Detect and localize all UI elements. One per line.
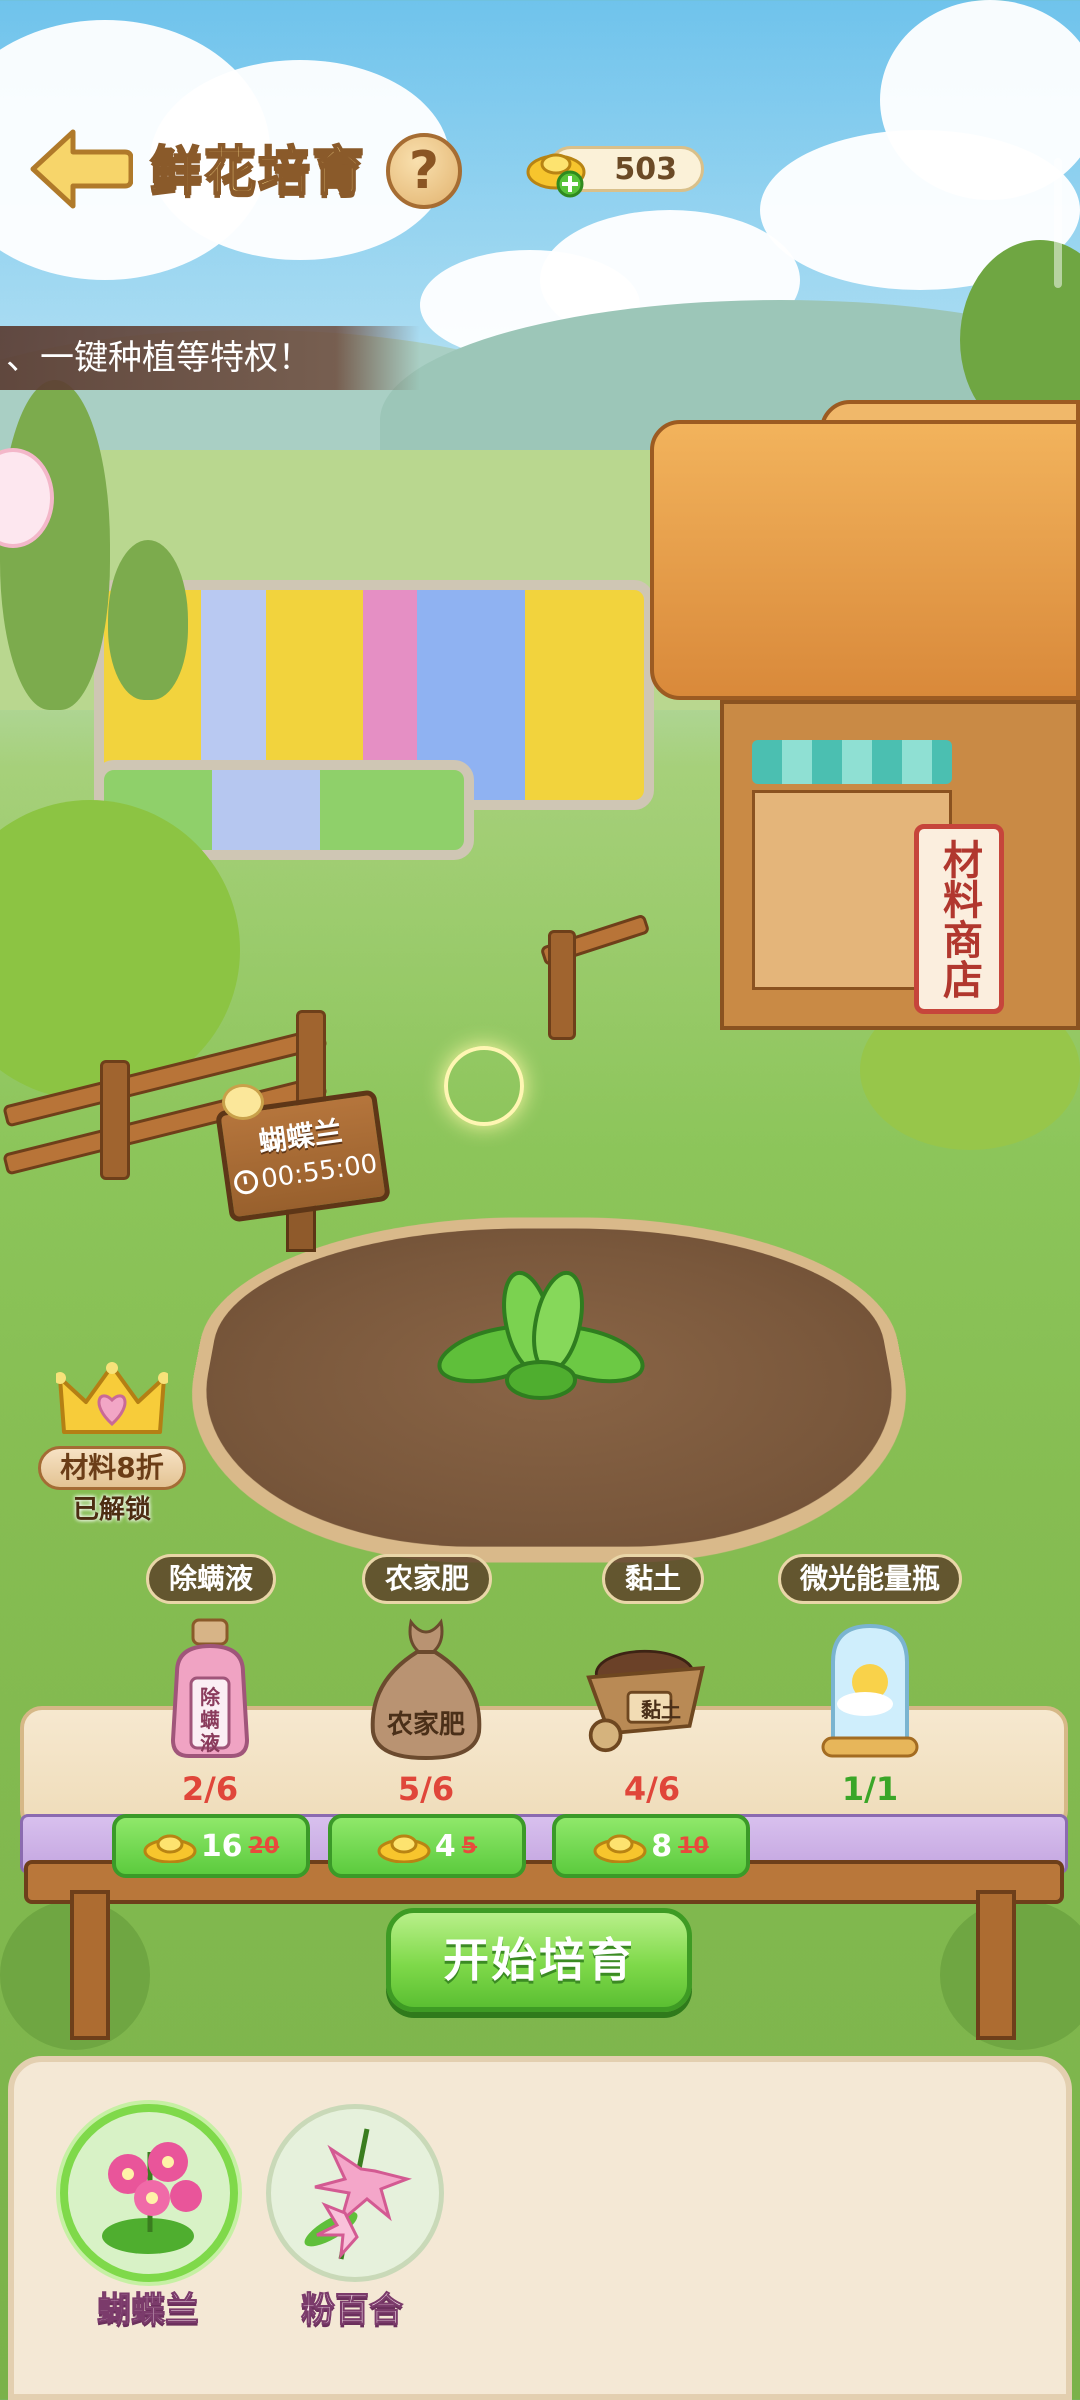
mite-spray-item[interactable]: 除螨液 (140, 1612, 280, 1762)
page-title: 鲜花培育 (149, 141, 367, 203)
flower-option-phalaenopsis[interactable] (60, 2104, 238, 2282)
flower-option-pink-lily[interactable] (266, 2104, 444, 2282)
table-leg (976, 1890, 1016, 2040)
material-label-mite-spray: 除螨液 (146, 1554, 276, 1604)
chick-icon (222, 1084, 264, 1120)
original-price: 20 (248, 1833, 280, 1859)
light-energy-jar-icon (821, 1623, 919, 1758)
material-label-manure: 农家肥 (362, 1554, 492, 1604)
shop-roof (650, 420, 1080, 700)
price: 16 (200, 1828, 243, 1864)
light-bottle-count: 1/1 (841, 1770, 899, 1808)
buy-manure-button[interactable]: 4 5 (328, 1814, 526, 1878)
vip-discount-label[interactable]: 材料8折 (38, 1446, 186, 1490)
buy-clay-button[interactable]: 8 10 (552, 1814, 750, 1878)
privilege-banner[interactable]: 、一键种植等特权！ (0, 326, 420, 390)
start-cultivation-button[interactable]: 开始培育 (386, 1908, 692, 2012)
back-arrow-icon (30, 129, 133, 209)
flower-name-pink-lily: 粉百合 (301, 2290, 404, 2331)
material-label-light-bottle: 微光能量瓶 (778, 1554, 962, 1604)
crown-icon[interactable] (56, 1362, 168, 1442)
flower-name-phalaenopsis: 蝴蝶兰 (97, 2290, 200, 2331)
clock-icon (232, 1168, 260, 1196)
back-button[interactable] (24, 124, 134, 214)
mite-spray-count: 2/6 (181, 1770, 239, 1808)
vip-unlocked-status: 已解锁 (72, 1495, 151, 1525)
manure-sack-text: 农家肥 (386, 1710, 465, 1740)
clay-item[interactable]: 黏土 (572, 1612, 712, 1762)
manure-item[interactable]: 农家肥 (356, 1612, 496, 1762)
material-label-clay: 黏土 (602, 1554, 704, 1604)
shop-sign[interactable]: 材料商店 (914, 824, 1004, 1014)
help-button[interactable]: ? (386, 133, 462, 209)
gold-ingot-icon (143, 1834, 197, 1863)
original-price: 10 (678, 1833, 709, 1859)
light-bottle-item[interactable] (800, 1612, 940, 1762)
sparkle-ring-icon (444, 1046, 524, 1126)
scrollbar (1054, 158, 1062, 288)
price: 4 (434, 1828, 456, 1864)
table-leg (70, 1890, 110, 2040)
clay-wheelbarrow-text: 黏土 (641, 1698, 681, 1722)
gold-ingot-plus-icon (526, 153, 586, 198)
original-price: 5 (461, 1833, 478, 1859)
mite-spray-bottle-text: 除螨液 (200, 1685, 220, 1755)
coin-count: 503 (614, 151, 677, 187)
gold-ingot-icon (593, 1834, 647, 1863)
phalaenopsis-flower-icon (102, 2142, 202, 2254)
buy-mite-spray-button[interactable]: 16 20 (112, 1814, 310, 1878)
pink-lily-flower-icon (304, 2128, 412, 2260)
shop-awning (752, 740, 952, 784)
price: 8 (651, 1828, 673, 1864)
clay-count: 4/6 (623, 1770, 681, 1808)
manure-count: 5/6 (397, 1770, 455, 1808)
gold-ingot-icon (377, 1834, 431, 1863)
sprout-icon (437, 1270, 645, 1400)
